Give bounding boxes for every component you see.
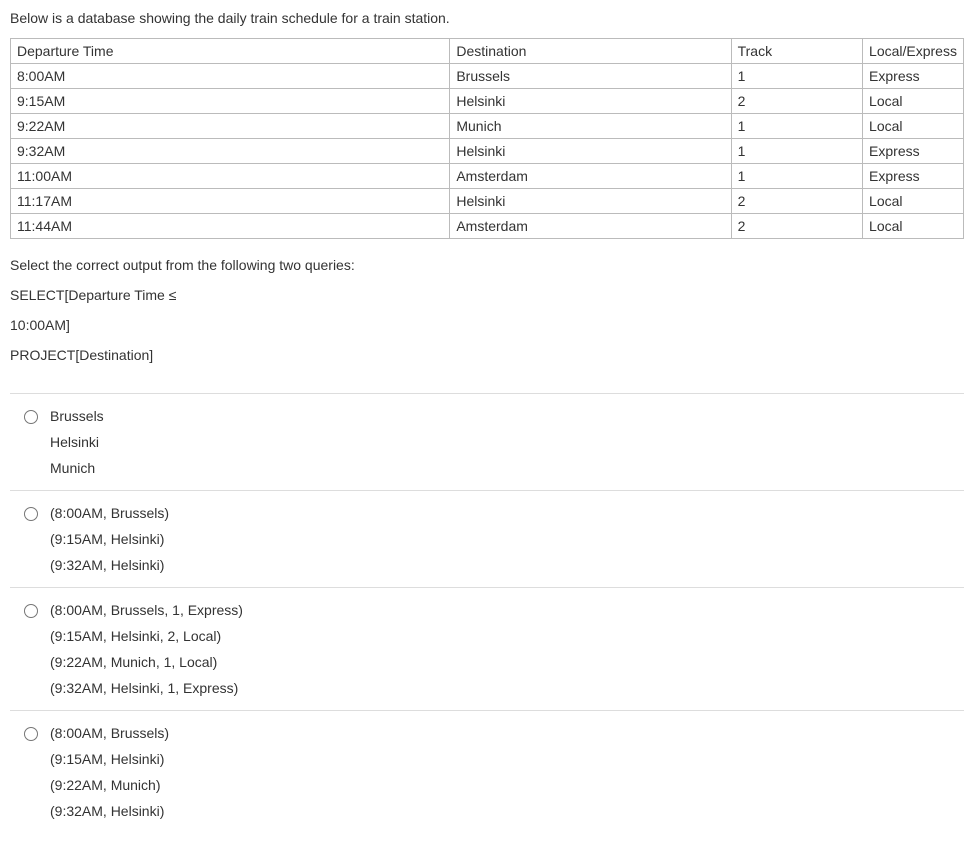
option-block: (8:00AM, Brussels) (9:15AM, Helsinki) (9:2… bbox=[10, 710, 964, 833]
table-cell: Express bbox=[863, 164, 964, 189]
table-cell: Amsterdam bbox=[450, 164, 731, 189]
query-line: PROJECT[Destination] bbox=[10, 347, 964, 363]
table-body: 8:00AMBrussels1Express9:15AMHelsinki2Loc… bbox=[11, 64, 964, 239]
table-row: 9:32AMHelsinki1Express bbox=[11, 139, 964, 164]
table-cell: Local bbox=[863, 189, 964, 214]
option-radio[interactable] bbox=[24, 507, 38, 521]
question-text: Select the correct output from the follo… bbox=[10, 257, 964, 273]
table-cell: Local bbox=[863, 114, 964, 139]
table-cell: 11:00AM bbox=[11, 164, 450, 189]
table-cell: Helsinki bbox=[450, 139, 731, 164]
option-line: Brussels bbox=[50, 408, 964, 424]
option-line: Helsinki bbox=[50, 434, 964, 450]
header-departure: Departure Time bbox=[11, 39, 450, 64]
table-cell: 1 bbox=[731, 164, 862, 189]
header-destination: Destination bbox=[450, 39, 731, 64]
schedule-table: Departure Time Destination Track Local/E… bbox=[10, 38, 964, 239]
table-cell: 2 bbox=[731, 189, 862, 214]
table-cell: 11:17AM bbox=[11, 189, 450, 214]
table-cell: 8:00AM bbox=[11, 64, 450, 89]
radio-wrap bbox=[24, 408, 38, 427]
table-row: 9:15AMHelsinki2Local bbox=[11, 89, 964, 114]
option-line: Munich bbox=[50, 460, 964, 476]
table-cell: 1 bbox=[731, 64, 862, 89]
table-cell: Local bbox=[863, 89, 964, 114]
option-radio[interactable] bbox=[24, 727, 38, 741]
table-cell: Express bbox=[863, 139, 964, 164]
table-cell: 1 bbox=[731, 114, 862, 139]
option-line: (9:15AM, Helsinki) bbox=[50, 531, 964, 547]
option-line: (9:32AM, Helsinki) bbox=[50, 557, 964, 573]
option-line: (9:15AM, Helsinki) bbox=[50, 751, 964, 767]
header-track: Track bbox=[731, 39, 862, 64]
radio-wrap bbox=[24, 725, 38, 744]
table-cell: 2 bbox=[731, 214, 862, 239]
table-row: 11:44AMAmsterdam2Local bbox=[11, 214, 964, 239]
radio-wrap bbox=[24, 602, 38, 621]
option-line: (9:32AM, Helsinki, 1, Express) bbox=[50, 680, 964, 696]
option-content: (8:00AM, Brussels, 1, Express) (9:15AM, H… bbox=[50, 602, 964, 696]
table-cell: 9:15AM bbox=[11, 89, 450, 114]
option-block: (8:00AM, Brussels, 1, Express) (9:15AM, H… bbox=[10, 587, 964, 710]
table-cell: Local bbox=[863, 214, 964, 239]
option-block: Brussels Helsinki Munich bbox=[10, 393, 964, 490]
option-line: (9:22AM, Munich, 1, Local) bbox=[50, 654, 964, 670]
table-row: 9:22AMMunich1Local bbox=[11, 114, 964, 139]
option-block: (8:00AM, Brussels) (9:15AM, Helsinki) (9:3… bbox=[10, 490, 964, 587]
option-line: (9:15AM, Helsinki, 2, Local) bbox=[50, 628, 964, 644]
table-cell: 2 bbox=[731, 89, 862, 114]
option-radio[interactable] bbox=[24, 410, 38, 424]
option-line: (8:00AM, Brussels) bbox=[50, 725, 964, 741]
table-cell: Amsterdam bbox=[450, 214, 731, 239]
option-line: (8:00AM, Brussels) bbox=[50, 505, 964, 521]
table-cell: Express bbox=[863, 64, 964, 89]
table-cell: Munich bbox=[450, 114, 731, 139]
option-radio[interactable] bbox=[24, 604, 38, 618]
table-cell: 1 bbox=[731, 139, 862, 164]
table-row: 11:17AMHelsinki2Local bbox=[11, 189, 964, 214]
table-row: 11:00AMAmsterdam1Express bbox=[11, 164, 964, 189]
options-container: Brussels Helsinki Munich (8:00AM, Brussels)… bbox=[10, 393, 964, 833]
option-line: (9:22AM, Munich) bbox=[50, 777, 964, 793]
header-type: Local/Express bbox=[863, 39, 964, 64]
option-content: (8:00AM, Brussels) (9:15AM, Helsinki) (9:3… bbox=[50, 505, 964, 573]
table-cell: Brussels bbox=[450, 64, 731, 89]
intro-text: Below is a database showing the daily tr… bbox=[10, 10, 964, 26]
query-line: 10:00AM] bbox=[10, 317, 964, 333]
table-cell: 11:44AM bbox=[11, 214, 450, 239]
option-content: (8:00AM, Brussels) (9:15AM, Helsinki) (9:2… bbox=[50, 725, 964, 819]
table-cell: 9:22AM bbox=[11, 114, 450, 139]
query-line: SELECT[Departure Time ≤ bbox=[10, 287, 964, 303]
option-content: Brussels Helsinki Munich bbox=[50, 408, 964, 476]
table-cell: 9:32AM bbox=[11, 139, 450, 164]
table-cell: Helsinki bbox=[450, 189, 731, 214]
query-block: SELECT[Departure Time ≤ 10:00AM] PROJECT[D… bbox=[10, 287, 964, 363]
table-header-row: Departure Time Destination Track Local/E… bbox=[11, 39, 964, 64]
radio-wrap bbox=[24, 505, 38, 524]
table-row: 8:00AMBrussels1Express bbox=[11, 64, 964, 89]
option-line: (8:00AM, Brussels, 1, Express) bbox=[50, 602, 964, 618]
table-cell: Helsinki bbox=[450, 89, 731, 114]
option-line: (9:32AM, Helsinki) bbox=[50, 803, 964, 819]
